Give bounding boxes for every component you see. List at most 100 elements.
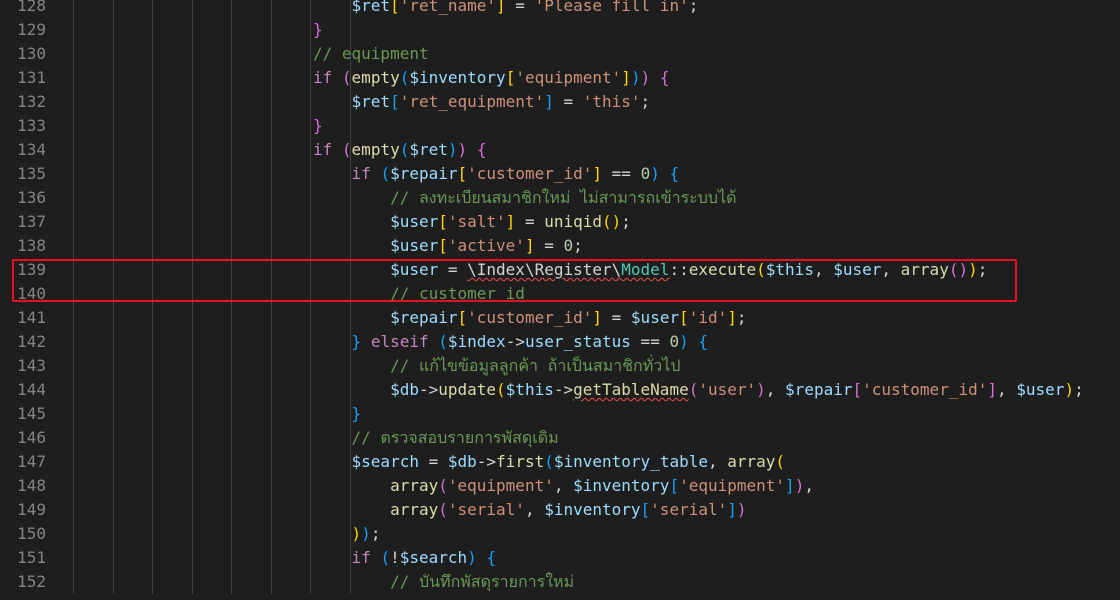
code-line[interactable]: 128 $ret['ret_name'] = 'Please fill in'; bbox=[0, 0, 1120, 18]
line-code: } elseif ($index->user_status == 0) { bbox=[313, 330, 708, 354]
code-line[interactable]: 132 $ret['ret_equipment'] = 'this'; bbox=[0, 90, 1120, 114]
line-number: 145 bbox=[17, 404, 46, 423]
code-token: // equipment bbox=[313, 44, 429, 63]
code-token: ) bbox=[968, 260, 978, 279]
indent-guide bbox=[270, 282, 272, 306]
indent-guide bbox=[310, 378, 311, 402]
indent-guide bbox=[191, 210, 193, 234]
code-token: ( bbox=[496, 380, 506, 399]
code-line[interactable]: 144 $db->update($this->getTableName('use… bbox=[0, 378, 1120, 402]
code-editor[interactable]: 128 $ret['ret_name'] = 'Please fill in';… bbox=[0, 0, 1120, 600]
code-line[interactable]: 134 if (empty($ret)) { bbox=[0, 138, 1120, 162]
indent-guide bbox=[112, 354, 114, 378]
code-token: = bbox=[602, 308, 631, 327]
code-line[interactable]: 146 // ตรวจสอบรายการพัสดุเดิม bbox=[0, 426, 1120, 450]
code-line[interactable]: 141 $repair['customer_id'] = $user['id']… bbox=[0, 306, 1120, 330]
indent-guide bbox=[270, 210, 272, 234]
code-token: $db bbox=[390, 380, 419, 399]
indent-guide bbox=[73, 90, 74, 114]
code-token: $db bbox=[447, 452, 477, 471]
code-line[interactable]: 136 // ลงทะเบียนสมาชิกใหม่ ไม่สามารถเข้า… bbox=[0, 186, 1120, 210]
line-number: 128 bbox=[17, 0, 46, 15]
code-token: 'serial' bbox=[447, 500, 525, 519]
code-token: ( bbox=[399, 68, 410, 87]
code-line[interactable]: 152 // บันทึกพัสดุรายการใหม่ bbox=[0, 570, 1120, 594]
code-line[interactable]: 142 } elseif ($index->user_status == 0) … bbox=[0, 330, 1120, 354]
code-token: ) bbox=[794, 476, 805, 495]
indent-guide bbox=[310, 522, 311, 546]
code-token: $inventory bbox=[544, 500, 641, 519]
indent-guide bbox=[191, 66, 193, 90]
code-line[interactable]: 150 )); bbox=[0, 522, 1120, 546]
code-line[interactable]: 145 } bbox=[0, 402, 1120, 426]
code-token: ) bbox=[679, 332, 689, 351]
code-token: == bbox=[630, 332, 670, 351]
code-token: 'equipment' bbox=[447, 476, 554, 495]
code-line[interactable]: 138 $user['active'] = 0; bbox=[0, 234, 1120, 258]
indent-guide bbox=[231, 258, 232, 282]
indent-guide bbox=[310, 186, 311, 210]
indent-guide bbox=[310, 66, 311, 90]
code-line[interactable]: 130 // equipment bbox=[0, 42, 1120, 66]
code-token: ] bbox=[727, 308, 737, 327]
code-token: { bbox=[659, 68, 670, 87]
indent-guide bbox=[112, 138, 114, 162]
indent-guide bbox=[231, 90, 232, 114]
line-number: 130 bbox=[17, 44, 46, 63]
code-line[interactable]: 140 // customer id bbox=[0, 282, 1120, 306]
indent-guide bbox=[310, 90, 311, 114]
indent-guide bbox=[152, 210, 153, 234]
indent-guide bbox=[231, 0, 232, 18]
code-token: ; bbox=[621, 212, 631, 231]
indent-guide bbox=[73, 354, 74, 378]
indent-guide bbox=[191, 138, 193, 162]
code-lines: 128 $ret['ret_name'] = 'Please fill in';… bbox=[0, 0, 1120, 594]
code-line[interactable]: 129} bbox=[0, 18, 1120, 42]
indent-guide bbox=[231, 138, 232, 162]
code-token: == bbox=[602, 164, 641, 183]
code-token: 'id' bbox=[688, 308, 728, 327]
code-token: // customer id bbox=[390, 284, 525, 303]
code-token: ( bbox=[380, 548, 391, 567]
indent-guide bbox=[152, 114, 153, 138]
code-line[interactable]: 148 array('equipment', $inventory['equip… bbox=[0, 474, 1120, 498]
code-line[interactable]: 149 array('serial', $inventory['serial']… bbox=[0, 498, 1120, 522]
indent-guide bbox=[270, 378, 272, 402]
code-line[interactable]: 131 if (empty($inventory['equipment'])) { bbox=[0, 66, 1120, 90]
indent-guide bbox=[270, 450, 272, 474]
code-line[interactable]: 147 $search = $db->first($inventory_tabl… bbox=[0, 450, 1120, 474]
indent-guide bbox=[73, 138, 74, 162]
indent-guide bbox=[231, 282, 232, 306]
code-token: $ret bbox=[409, 140, 448, 159]
code-token: ) bbox=[467, 548, 477, 567]
indent-guide bbox=[112, 258, 114, 282]
code-line[interactable]: 139 $user = \Index\Register\Model::execu… bbox=[0, 258, 1120, 282]
indent-guide bbox=[152, 450, 153, 474]
code-line[interactable]: 151 if (!$search) { bbox=[0, 546, 1120, 570]
indent-guide bbox=[152, 66, 153, 90]
code-line[interactable]: 133} bbox=[0, 114, 1120, 138]
code-line[interactable]: 135 if ($repair['customer_id'] == 0) { bbox=[0, 162, 1120, 186]
code-token: // ตรวจสอบรายการพัสดุเดิม bbox=[351, 428, 559, 447]
line-number: 141 bbox=[17, 308, 46, 327]
code-token: execute bbox=[688, 260, 757, 279]
indent-guide bbox=[152, 570, 153, 594]
indent-guide bbox=[270, 306, 272, 330]
code-token: ] bbox=[505, 212, 516, 231]
code-token: $user bbox=[1016, 380, 1065, 399]
indent-guide bbox=[152, 306, 153, 330]
indent-guide bbox=[152, 354, 153, 378]
line-code: } bbox=[313, 18, 323, 42]
line-number: 129 bbox=[17, 20, 46, 39]
code-line[interactable]: 137 $user['salt'] = uniqid(); bbox=[0, 210, 1120, 234]
code-line[interactable]: 143 // แก้ไขข้อมูลลูกค้า ถ้าเป็นสมาชิกทั… bbox=[0, 354, 1120, 378]
code-token: ; bbox=[736, 308, 747, 327]
indent-guide bbox=[152, 378, 153, 402]
code-token: 'ret_equipment' bbox=[399, 92, 545, 111]
